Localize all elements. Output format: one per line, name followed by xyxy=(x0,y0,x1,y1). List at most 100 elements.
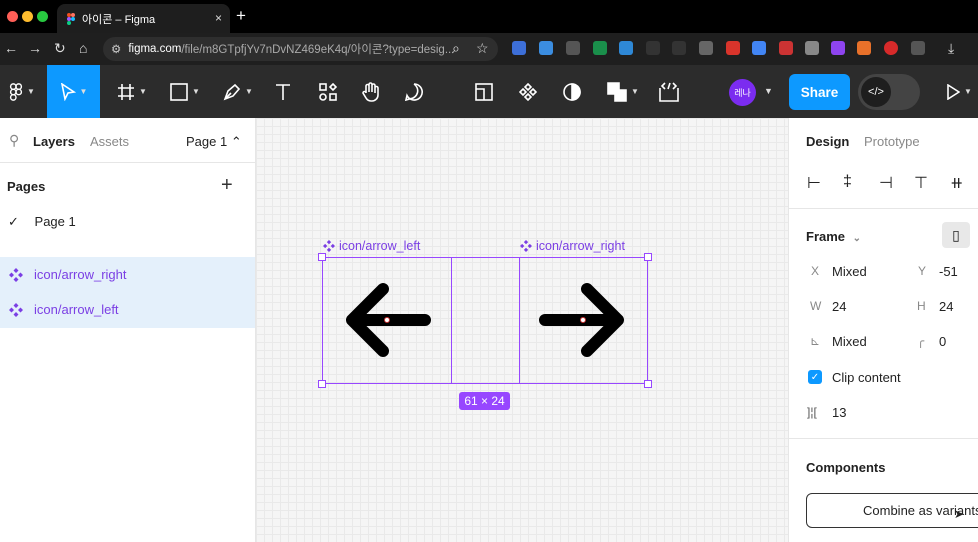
extension-crop-icon[interactable] xyxy=(672,41,686,55)
align-vertical-center-icon[interactable]: ⧺ xyxy=(950,173,963,193)
dev-mode-toggle[interactable]: </> xyxy=(858,74,920,110)
page-list-item[interactable]: ✓ Page 1 xyxy=(8,214,76,230)
x-field[interactable]: Mixed xyxy=(832,264,867,279)
downloads-icon[interactable]: ⤓ xyxy=(948,40,954,57)
resize-handle-bottom-right[interactable] xyxy=(644,380,652,388)
extension-pen-icon[interactable] xyxy=(805,41,819,55)
y-field[interactable]: -51 xyxy=(939,264,958,279)
align-right-icon[interactable]: ⊣ xyxy=(879,173,893,193)
move-tool-button[interactable]: ▼ xyxy=(47,65,100,118)
frame-label[interactable]: icon/arrow_left xyxy=(323,239,420,253)
width-field[interactable]: 24 xyxy=(832,299,846,314)
clip-content-checkbox[interactable]: ✓ xyxy=(808,370,822,384)
align-top-icon[interactable]: ⊤ xyxy=(914,173,928,193)
check-icon: ✓ xyxy=(8,214,19,229)
extension-s-icon[interactable] xyxy=(512,41,526,55)
tab-assets[interactable]: Assets xyxy=(90,134,129,149)
tab-prototype[interactable]: Prototype xyxy=(864,134,920,149)
main-menu-button[interactable]: ▼ xyxy=(0,65,44,118)
hand-tool-button[interactable] xyxy=(356,65,386,118)
dev-resources-button[interactable] xyxy=(654,65,684,118)
arrow-left-icon[interactable] xyxy=(343,282,433,358)
chevron-down-icon: ▼ xyxy=(27,87,35,96)
url-input[interactable]: ⚙ figma.com /file/m8GTpfjYv7nDvNZ469eK4q… xyxy=(103,37,498,61)
gap-field[interactable]: 13 xyxy=(832,405,846,420)
back-icon[interactable]: ← xyxy=(4,40,18,56)
comment-tool-button[interactable] xyxy=(399,65,429,118)
home-icon[interactable]: ⌂ xyxy=(79,40,87,56)
align-horizontal-center-icon[interactable]: ‡ xyxy=(843,173,852,191)
frame-tool-button[interactable]: ▼ xyxy=(110,65,154,118)
arrow-right-icon[interactable] xyxy=(537,282,627,358)
chevron-down-icon: ▼ xyxy=(631,87,639,96)
extension-translate-icon[interactable] xyxy=(752,41,766,55)
rotation-field[interactable]: Mixed xyxy=(832,334,867,349)
frame-label-text: icon/arrow_right xyxy=(536,239,625,253)
create-component-button[interactable] xyxy=(513,65,543,118)
close-window-button[interactable] xyxy=(7,11,18,22)
frame-label[interactable]: icon/arrow_right xyxy=(520,239,625,253)
x-label: X xyxy=(811,264,820,278)
layer-item[interactable]: icon/arrow_right xyxy=(0,257,255,292)
extension-calendar-icon[interactable] xyxy=(779,41,793,55)
extension-adblock-icon[interactable] xyxy=(884,41,898,55)
zoom-icon[interactable]: ⌕ xyxy=(452,40,460,57)
frame-divider xyxy=(519,258,520,383)
tab-design[interactable]: Design xyxy=(806,134,849,149)
mask-button[interactable] xyxy=(557,65,587,118)
shape-tool-button[interactable]: ▼ xyxy=(163,65,207,118)
canvas[interactable]: icon/arrow_left icon/arrow_right 61 × 24 xyxy=(256,118,788,542)
extension-record-icon[interactable] xyxy=(726,41,740,55)
height-field[interactable]: 24 xyxy=(939,299,953,314)
extension-tree-icon[interactable] xyxy=(593,41,607,55)
selection-size-badge: 61 × 24 xyxy=(459,392,510,410)
resize-handle-top-right[interactable] xyxy=(644,253,652,261)
extension-orange-icon[interactable] xyxy=(857,41,871,55)
tab-close-icon[interactable]: × xyxy=(215,11,222,25)
extension-s-blue-icon[interactable] xyxy=(619,41,633,55)
selection-box[interactable] xyxy=(318,253,652,388)
text-tool-button[interactable] xyxy=(268,65,298,118)
site-settings-icon[interactable]: ⚙ xyxy=(111,42,121,56)
pen-tool-button[interactable]: ▼ xyxy=(216,65,260,118)
avatar[interactable]: 레나 xyxy=(729,79,756,106)
tab-title: 아이콘 – Figma xyxy=(82,13,156,26)
frame-hash-icon xyxy=(118,83,135,100)
y-label: Y xyxy=(918,264,927,278)
bookmark-star-icon[interactable]: ☆ xyxy=(476,40,489,57)
forward-icon[interactable]: → xyxy=(28,40,42,56)
present-button[interactable]: ▼ xyxy=(940,65,978,118)
extension-fx-icon[interactable] xyxy=(646,41,660,55)
extension-purple-icon[interactable] xyxy=(831,41,845,55)
chevron-down-icon: ▼ xyxy=(245,87,253,96)
search-icon[interactable]: ⚲ xyxy=(9,132,19,149)
tab-layers[interactable]: Layers xyxy=(33,134,75,149)
page-selector[interactable]: Page 1 ⌃ xyxy=(186,134,242,150)
new-tab-button[interactable]: + xyxy=(236,6,246,26)
divider xyxy=(789,208,978,209)
reload-icon[interactable]: ↻ xyxy=(54,40,66,57)
resize-handle-bottom-left[interactable] xyxy=(318,380,326,388)
boolean-button[interactable]: ▼ xyxy=(603,65,643,118)
corner-radius-field[interactable]: 0 xyxy=(939,334,946,349)
extension-camera-icon[interactable] xyxy=(699,41,713,55)
avatar-chevron-icon[interactable]: ▼ xyxy=(764,86,773,96)
section-tool-button[interactable] xyxy=(469,65,499,118)
frame-section-title[interactable]: Frame ⌄ xyxy=(806,229,861,244)
add-page-button[interactable]: + xyxy=(221,174,233,197)
extensions-puzzle-icon[interactable] xyxy=(911,41,925,55)
combine-as-variants-button[interactable]: Combine as variants xyxy=(806,493,978,528)
frame-section-label: Frame xyxy=(806,229,846,244)
extension-cat-icon[interactable] xyxy=(566,41,580,55)
share-button[interactable]: Share xyxy=(789,74,850,110)
maximize-window-button[interactable] xyxy=(37,11,48,22)
layer-item[interactable]: icon/arrow_left xyxy=(0,292,255,327)
browser-tab[interactable]: 아이콘 – Figma × xyxy=(57,4,230,33)
resources-button[interactable] xyxy=(313,65,343,118)
minimize-window-button[interactable] xyxy=(22,11,33,22)
extension-download-icon[interactable] xyxy=(539,41,553,55)
figma-logo-icon xyxy=(66,12,76,25)
frame-preset-button[interactable]: ▯ xyxy=(942,222,970,248)
resize-handle-top-left[interactable] xyxy=(318,253,326,261)
align-left-icon[interactable]: ⊢ xyxy=(807,173,821,193)
